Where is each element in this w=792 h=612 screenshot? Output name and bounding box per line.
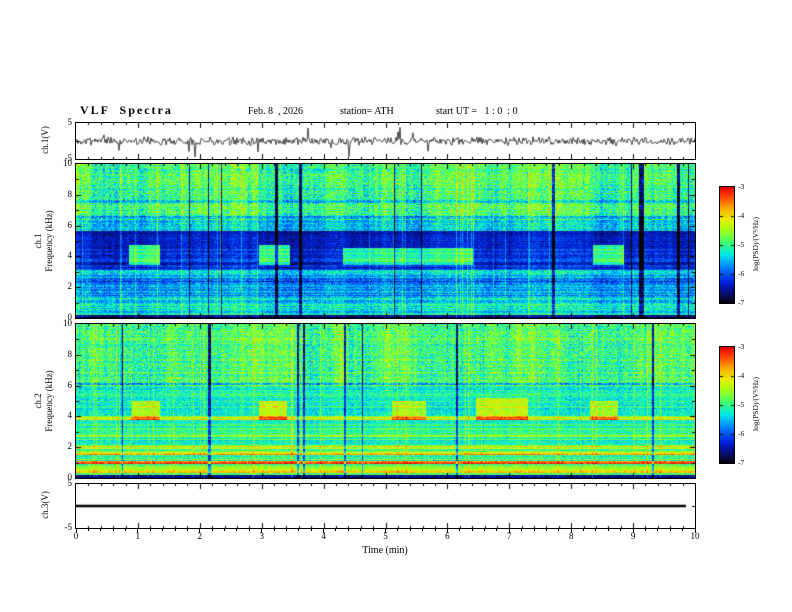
colorbar-tick-label: -3 [738, 182, 745, 191]
x-axis-tick [249, 529, 250, 531]
ch2-spectrogram-panel [75, 323, 696, 479]
colorbar-tick-label: -5 [738, 240, 745, 249]
x-axis-tick [274, 529, 275, 531]
x-axis-tick [137, 529, 138, 533]
x-axis-tick [435, 529, 436, 531]
x-axis-tick [657, 529, 658, 531]
x-axis-tick [682, 529, 683, 531]
x-axis-tick [608, 529, 609, 531]
y-tick-label: 4 [67, 250, 73, 261]
date-label: Feb. 8 , 2026 [248, 106, 303, 117]
x-axis-tick [224, 529, 225, 531]
x-axis-tick [236, 529, 237, 531]
x-axis-tick [373, 529, 374, 531]
x-axis-tick [88, 529, 89, 531]
colorbar-tick-label: -6 [738, 269, 745, 278]
x-axis-tick [558, 529, 559, 531]
x-axis-tick [583, 529, 584, 531]
ch1-spectrogram-panel [75, 163, 696, 319]
y-tick-label: 6 [67, 379, 73, 390]
y-tick-label: 2 [67, 281, 73, 292]
x-axis-tick [100, 529, 101, 531]
x-axis-tick [472, 529, 473, 531]
colorbar-tick-label: -6 [738, 429, 745, 438]
x-axis-tick [509, 529, 510, 533]
ch1-spectrogram-canvas [76, 164, 695, 318]
start-ut-label: start UT = 1 : 0 : 0 [436, 106, 518, 117]
colorbar2-label: log(PSD)/(V²/Hz) [751, 377, 760, 431]
y-tick-label: 6 [67, 219, 73, 230]
x-axis-tick [521, 529, 522, 531]
x-axis-tick [459, 529, 460, 531]
x-axis-tick [150, 529, 151, 531]
y-tick-label: -5 [64, 522, 73, 532]
x-axis-tick [410, 529, 411, 531]
ch2-spectrogram-canvas [76, 324, 695, 478]
colorbar1-label: log(PSD)/(V²/Hz) [751, 217, 760, 271]
x-axis-tick [422, 529, 423, 531]
x-axis-tick [546, 529, 547, 531]
y-tick-label: 5 [67, 478, 73, 488]
x-axis-title: Time (min) [362, 545, 408, 556]
colorbar-tick-label: -7 [738, 458, 745, 467]
y-tick-label: 8 [67, 348, 73, 359]
y-tick-label: 10 [63, 318, 72, 328]
ch3-waveform-panel [75, 483, 696, 529]
station-label: station= ATH [340, 106, 394, 117]
x-axis-tick [76, 529, 77, 533]
ch3-waveform-canvas [76, 484, 695, 528]
ch1-colorbar [719, 186, 735, 304]
x-axis-tick [298, 529, 299, 531]
vlf-spectra-figure: VLF Spectra Feb. 8 , 2026 station= ATH s… [0, 0, 792, 612]
x-axis-tick [261, 529, 262, 533]
ch1-colorbar-canvas [720, 187, 734, 303]
ch1-axis-line1: ch.1 [33, 233, 43, 249]
x-axis-tick [360, 529, 361, 531]
x-axis-tick [571, 529, 572, 533]
ch2-axis-line1: ch.2 [33, 393, 43, 409]
x-axis-tick [323, 529, 324, 533]
colorbar-tick-label: -7 [738, 298, 745, 307]
colorbar-tick-label: -3 [738, 342, 745, 351]
x-axis-tick [496, 529, 497, 531]
x-axis-tick [113, 529, 114, 531]
x-axis-tick [695, 529, 696, 533]
x-axis-tick [633, 529, 634, 533]
x-axis-tick [162, 529, 163, 531]
x-axis-tick [484, 529, 485, 531]
x-axis-tick [534, 529, 535, 531]
x-axis-tick [335, 529, 336, 531]
x-axis-tick [595, 529, 596, 531]
ch1-waveform-canvas [76, 123, 695, 159]
chart-title: VLF Spectra [80, 103, 173, 117]
ch1-waveform-panel [75, 122, 696, 160]
x-axis-tick [311, 529, 312, 531]
y-tick-label: 8 [67, 188, 73, 199]
ch2-colorbar-canvas [720, 347, 734, 463]
colorbar-tick-label: -4 [738, 371, 745, 380]
x-axis-tick [397, 529, 398, 531]
x-axis-tick [447, 529, 448, 533]
x-axis-tick [645, 529, 646, 531]
x-axis-tick [286, 529, 287, 531]
ch2-colorbar [719, 346, 735, 464]
x-axis-tick [199, 529, 200, 533]
x-axis-tick [175, 529, 176, 531]
x-axis-tick [348, 529, 349, 531]
y-tick-label: 2 [67, 441, 73, 452]
x-axis-tick [670, 529, 671, 531]
y-tick-label: 10 [63, 158, 72, 168]
x-axis-tick [212, 529, 213, 531]
x-axis-tick [187, 529, 188, 531]
y-tick-label: 5 [67, 117, 73, 127]
x-axis-tick [125, 529, 126, 531]
x-axis-tick [385, 529, 386, 533]
colorbar-tick-label: -5 [738, 400, 745, 409]
colorbar-tick-label: -4 [738, 211, 745, 220]
x-axis-tick [620, 529, 621, 531]
y-tick-label: 4 [67, 410, 73, 421]
